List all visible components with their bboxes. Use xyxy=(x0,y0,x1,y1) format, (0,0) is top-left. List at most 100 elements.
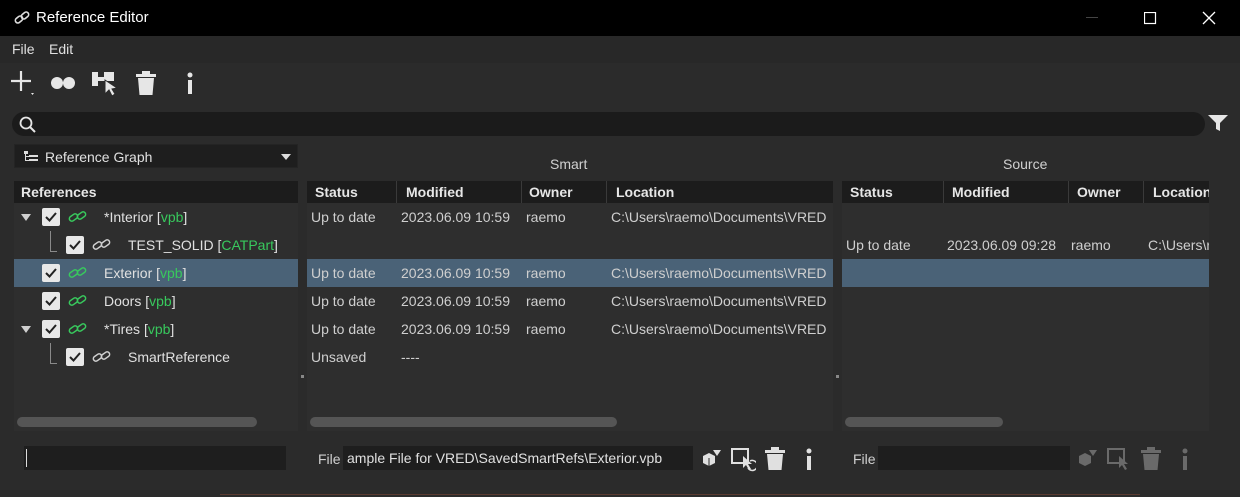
filter-icon xyxy=(1208,115,1228,131)
reference-checkbox[interactable] xyxy=(42,320,60,338)
maximize-icon xyxy=(1143,11,1156,24)
window-title: Reference Editor xyxy=(36,9,149,26)
tree-line xyxy=(50,343,51,363)
smart-row[interactable]: Up to date 2023.06.09 10:59 raemo C:\Users\… xyxy=(307,287,833,315)
source-scrollbar[interactable] xyxy=(845,417,1003,427)
tree-line xyxy=(50,251,57,252)
reference-row[interactable]: *Tires [vpb] xyxy=(14,315,298,343)
source-row[interactable] xyxy=(842,315,1209,343)
source-row[interactable]: Up to date 2023.06.09 09:28 raemo C:\Users\… xyxy=(842,231,1209,259)
reference-row[interactable]: SmartReference xyxy=(14,343,298,371)
info-button[interactable] xyxy=(178,68,202,98)
open-source-button[interactable] xyxy=(699,446,725,475)
references-scrollbar[interactable] xyxy=(17,417,257,427)
smart-row[interactable]: Up to date 2023.06.09 10:59 raemo C:\Users\… xyxy=(307,259,833,287)
expand-arrow-icon[interactable] xyxy=(21,214,31,221)
smart-file-field[interactable]: ample File for VRED\SavedSmartRefs\Exter… xyxy=(343,446,693,470)
expand-arrow-icon[interactable] xyxy=(21,326,31,333)
smart-header-location: Location xyxy=(616,184,675,200)
cubes-icon xyxy=(703,450,721,466)
reference-row[interactable]: *Interior [vpb] xyxy=(14,203,298,231)
menu-file[interactable]: File xyxy=(12,41,35,57)
file-info-button[interactable] xyxy=(804,446,814,475)
source-header-modified: Modified xyxy=(952,184,1010,200)
source-row[interactable] xyxy=(842,343,1209,371)
link-icon xyxy=(68,294,88,311)
select-node-button[interactable] xyxy=(90,68,120,98)
reference-checkbox[interactable] xyxy=(42,264,60,282)
smart-row[interactable]: Unsaved ---- xyxy=(307,343,833,371)
source-header-owner: Owner xyxy=(1077,184,1121,200)
smart-row[interactable] xyxy=(307,231,833,259)
source-cell-modified: 2023.06.09 09:28 xyxy=(947,237,1056,253)
menu-bar: File Edit xyxy=(0,36,1240,63)
close-button[interactable] xyxy=(1180,0,1238,36)
info-icon xyxy=(806,448,812,470)
search-input[interactable] xyxy=(44,114,1194,134)
divider xyxy=(220,494,1140,495)
trash-icon xyxy=(1141,447,1161,470)
maximize-button[interactable] xyxy=(1121,0,1179,36)
smart-cell-owner: raemo xyxy=(526,293,566,309)
replace-button[interactable] xyxy=(730,446,759,475)
delete-file-button[interactable] xyxy=(764,446,786,475)
reference-label: *Interior [vpb] xyxy=(104,209,188,225)
source-row[interactable] xyxy=(842,287,1209,315)
source-file-field[interactable] xyxy=(878,446,1070,470)
toolbar xyxy=(0,63,1240,103)
references-panel: References *Interior [vpb] TEST_SOLID [CA… xyxy=(14,181,298,431)
reference-checkbox[interactable] xyxy=(66,348,84,366)
delete-button[interactable] xyxy=(132,68,160,98)
reference-row[interactable]: TEST_SOLID [CATPart] xyxy=(14,231,298,259)
trash-icon xyxy=(136,71,156,95)
smart-header: Status Modified Owner Location xyxy=(307,181,833,203)
smart-cell-owner: raemo xyxy=(526,209,566,225)
source-info-button[interactable] xyxy=(1180,446,1190,475)
reference-row[interactable]: Exterior [vpb] xyxy=(14,259,298,287)
reference-label: Exterior [vpb] xyxy=(104,265,187,281)
link-icon xyxy=(68,322,88,339)
smart-cell-location: C:\Users\raemo\Documents\VRED xyxy=(611,321,827,337)
source-delete-button[interactable] xyxy=(1140,446,1162,475)
search-bar xyxy=(12,112,1205,136)
reference-checkbox[interactable] xyxy=(42,292,60,310)
reference-label: *Tires [vpb] xyxy=(104,321,175,337)
chevron-down-icon xyxy=(281,154,291,160)
view-select[interactable]: Reference Graph xyxy=(14,144,298,168)
source-row[interactable] xyxy=(842,259,1209,287)
select-replace-icon xyxy=(1107,448,1128,470)
reference-checkbox[interactable] xyxy=(66,236,84,254)
source-open-button[interactable] xyxy=(1075,446,1101,475)
close-icon xyxy=(1202,11,1216,25)
smart-scrollbar[interactable] xyxy=(310,417,617,427)
reference-label: Doors [vpb] xyxy=(104,293,176,309)
link-icon xyxy=(68,266,88,283)
menu-edit[interactable]: Edit xyxy=(49,41,73,57)
two-dots-icon xyxy=(51,77,75,89)
variant-button[interactable] xyxy=(48,68,78,98)
smart-cell-modified: 2023.06.09 10:59 xyxy=(401,321,510,337)
link-icon xyxy=(92,238,112,255)
splitter-handle[interactable] xyxy=(836,375,839,378)
filter-button[interactable] xyxy=(1207,114,1229,135)
link-icon xyxy=(13,9,31,30)
smart-row[interactable]: Up to date 2023.06.09 10:59 raemo C:\Users\… xyxy=(307,315,833,343)
smart-cell-location: C:\Users\raemo\Documents\VRED xyxy=(611,265,827,281)
smart-cell-modified: 2023.06.09 10:59 xyxy=(401,265,510,281)
source-header-status: Status xyxy=(850,184,893,200)
source-replace-button[interactable] xyxy=(1106,446,1132,475)
source-cell-owner: raemo xyxy=(1071,237,1111,253)
reference-row[interactable]: Doors [vpb] xyxy=(14,287,298,315)
smart-cell-modified: ---- xyxy=(401,349,420,365)
tree-line xyxy=(50,231,51,251)
tree-line xyxy=(50,363,57,364)
reference-checkbox[interactable] xyxy=(42,208,60,226)
references-file-field[interactable] xyxy=(24,446,286,470)
splitter-handle[interactable] xyxy=(301,375,304,378)
source-row[interactable] xyxy=(842,203,1209,231)
smart-row[interactable]: Up to date 2023.06.09 10:59 raemo C:\Users\… xyxy=(307,203,833,231)
add-reference-button[interactable] xyxy=(8,68,38,98)
cubes-icon xyxy=(1079,450,1097,466)
minimize-button[interactable] xyxy=(1063,0,1121,36)
source-cell-status: Up to date xyxy=(846,237,911,253)
